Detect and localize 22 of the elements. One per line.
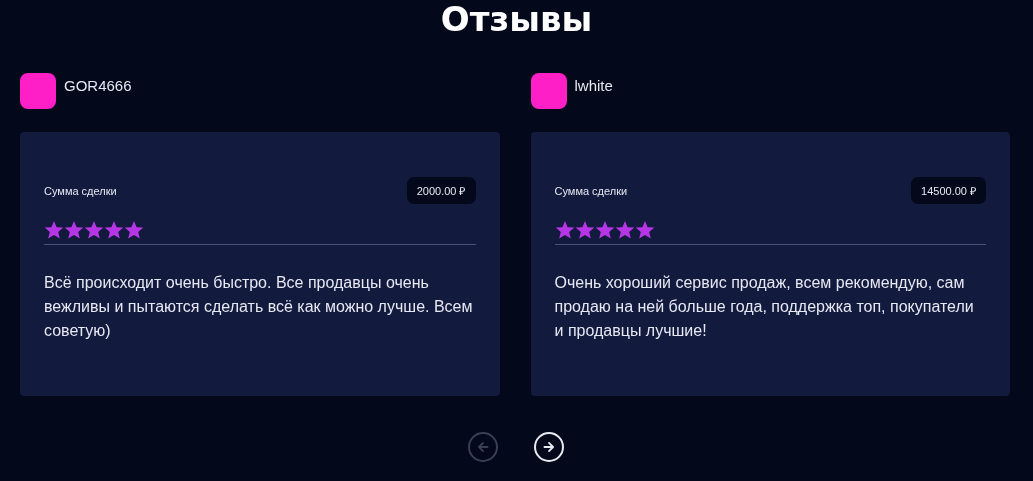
username: lwhite xyxy=(574,77,613,94)
review-text: Очень хороший сервис продаж, всем рекомендую, сам продаю на ней больше года, поддержка топ, покупатели и продавцы лучшие! xyxy=(554,273,975,341)
star-icon xyxy=(64,220,84,240)
star-icon xyxy=(594,220,615,240)
username: GOR4666 xyxy=(64,77,132,94)
amount-label: Сумма сделки xyxy=(554,184,628,197)
star-icon xyxy=(104,220,124,240)
star-icon xyxy=(614,220,635,240)
next-button[interactable] xyxy=(533,432,564,462)
amount-badge: 14500.00 ₽ xyxy=(911,177,986,204)
amount-badge: 2000.00 ₽ xyxy=(406,177,476,204)
star-icon xyxy=(44,220,64,240)
star-icon xyxy=(554,220,575,240)
avatar xyxy=(20,73,56,109)
star-icon xyxy=(634,220,655,240)
avatar xyxy=(530,73,567,109)
star-icon xyxy=(84,220,104,240)
section-title: Отзывы xyxy=(440,0,593,40)
review-text: Всё происходит очень быстро. Все продавцы очень вежливы и пытаются сделать всё как можно лучше. Всем советую) xyxy=(44,273,474,341)
star-icon xyxy=(574,220,595,240)
star-icon xyxy=(124,220,144,240)
amount-label: Сумма сделки xyxy=(44,184,117,197)
